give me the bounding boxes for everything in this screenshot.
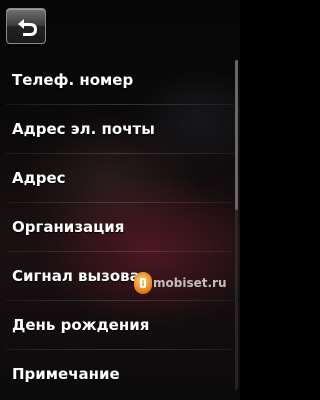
scrollbar-thumb[interactable] [235, 60, 238, 210]
mobiset-logo-icon [134, 272, 152, 294]
menu-item-phone-number[interactable]: Телеф. номер [0, 56, 240, 105]
scrollbar[interactable] [235, 60, 238, 390]
menu-item-birthday[interactable]: День рождения [0, 301, 240, 350]
back-button[interactable] [6, 8, 46, 44]
menu-item-email-address[interactable]: Адрес эл. почты [0, 105, 240, 154]
menu-item-address[interactable]: Адрес [0, 154, 240, 203]
contact-field-menu-screen: Телеф. номер Адрес эл. почты Адрес Орган… [0, 0, 240, 400]
menu-item-note[interactable]: Примечание [0, 350, 240, 399]
back-arrow-icon [18, 19, 37, 36]
watermark: mobiset.ru [134, 272, 227, 294]
menu-item-organization[interactable]: Организация [0, 203, 240, 252]
watermark-text: mobiset.ru [153, 276, 227, 290]
menu-list: Телеф. номер Адрес эл. почты Адрес Орган… [0, 56, 240, 399]
